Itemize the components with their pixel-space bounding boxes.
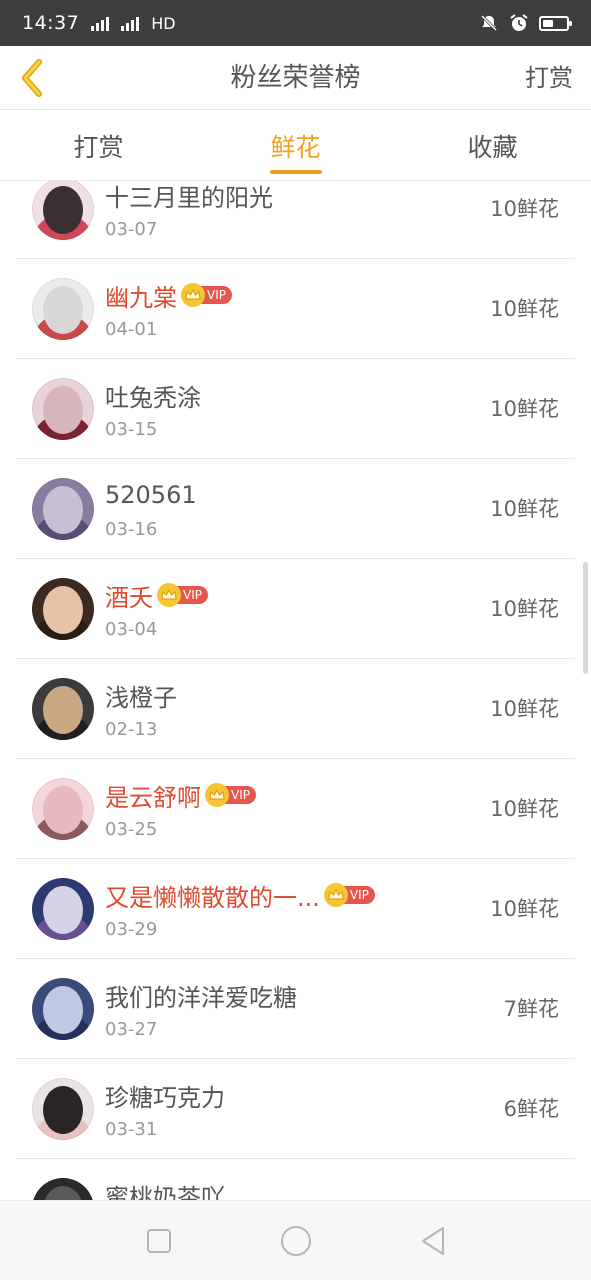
date: 03-31 bbox=[105, 1119, 158, 1140]
alarm-icon bbox=[510, 14, 528, 31]
avatar[interactable] bbox=[32, 278, 94, 340]
user-name[interactable]: 珍糖巧克力 bbox=[105, 1078, 225, 1113]
crown-icon bbox=[157, 583, 181, 607]
user-name[interactable]: 浅橙子 bbox=[105, 678, 177, 713]
status-time: 14:37 bbox=[22, 12, 80, 34]
date: 03-29 bbox=[105, 919, 158, 940]
list-item[interactable]: 珍糖巧克力 03-31 6鲜花 bbox=[16, 1059, 575, 1159]
list-item[interactable]: 浅橙子 02-13 10鲜花 bbox=[16, 659, 575, 759]
crown-icon bbox=[205, 783, 229, 807]
date: 03-07 bbox=[105, 219, 158, 240]
user-name[interactable]: 蜜桃奶茶吖 bbox=[105, 1178, 225, 1201]
date: 03-16 bbox=[105, 519, 158, 540]
reward-button[interactable]: 打赏 bbox=[525, 46, 573, 110]
scrollbar[interactable] bbox=[583, 562, 588, 674]
date: 03-27 bbox=[105, 1019, 158, 1040]
name-line: 十三月里的阳光 bbox=[105, 181, 273, 213]
user-name[interactable]: 520561 bbox=[105, 481, 197, 509]
flower-count: 10鲜花 bbox=[490, 197, 559, 221]
flower-count: 10鲜花 bbox=[490, 797, 559, 821]
avatar[interactable] bbox=[32, 578, 94, 640]
name-line: 520561 bbox=[105, 477, 197, 513]
user-name[interactable]: 酒夭 bbox=[105, 578, 153, 613]
signal-icon bbox=[91, 15, 110, 31]
avatar[interactable] bbox=[32, 1178, 94, 1200]
system-nav-bar bbox=[0, 1200, 591, 1280]
crown-icon bbox=[323, 883, 348, 907]
avatar[interactable] bbox=[32, 778, 94, 840]
user-name[interactable]: 吐兔秃涂 bbox=[105, 378, 201, 413]
name-line: 又是懒懒散散的一... VIP bbox=[105, 877, 375, 913]
avatar[interactable] bbox=[32, 478, 94, 540]
flower-count: 10鲜花 bbox=[490, 497, 559, 521]
tab-favorites[interactable]: 收藏 bbox=[394, 111, 591, 180]
vip-badge: VIP bbox=[157, 583, 208, 607]
recent-apps-button[interactable] bbox=[139, 1221, 179, 1261]
list-item[interactable]: 是云舒啊 VIP 03-25 10鲜花 bbox=[16, 759, 575, 859]
flower-count: 10鲜花 bbox=[490, 597, 559, 621]
user-name[interactable]: 幽九棠 bbox=[105, 278, 177, 313]
list-item[interactable]: 蜜桃奶茶吖 bbox=[16, 1159, 575, 1200]
name-line: 是云舒啊 VIP bbox=[105, 777, 256, 813]
list-item[interactable]: 十三月里的阳光 03-07 10鲜花 bbox=[16, 181, 575, 259]
name-line: 幽九棠 VIP bbox=[105, 277, 232, 313]
list-item[interactable]: 又是懒懒散散的一... VIP 03-29 10鲜花 bbox=[16, 859, 575, 959]
name-line: 珍糖巧克力 bbox=[105, 1077, 225, 1113]
flower-count: 6鲜花 bbox=[503, 1097, 559, 1121]
square-nav-icon bbox=[146, 1228, 171, 1253]
user-name[interactable]: 又是懒懒散散的一... bbox=[105, 878, 320, 913]
circle-nav-icon bbox=[280, 1225, 311, 1256]
date: 02-13 bbox=[105, 719, 158, 740]
list-item[interactable]: 酒夭 VIP 03-04 10鲜花 bbox=[16, 559, 575, 659]
vip-badge: VIP bbox=[323, 883, 375, 907]
avatar[interactable] bbox=[32, 678, 94, 740]
page-title: 粉丝荣誉榜 bbox=[230, 63, 361, 93]
hd-indicator: HD bbox=[151, 13, 176, 33]
flower-count: 10鲜花 bbox=[490, 397, 559, 421]
avatar[interactable] bbox=[32, 378, 94, 440]
name-line: 蜜桃奶茶吖 bbox=[105, 1177, 225, 1201]
user-name[interactable]: 我们的洋洋爱吃糖 bbox=[105, 978, 297, 1013]
user-name[interactable]: 十三月里的阳光 bbox=[105, 181, 273, 213]
list-item[interactable]: 幽九棠 VIP 04-01 10鲜花 bbox=[16, 259, 575, 359]
name-line: 酒夭 VIP bbox=[105, 577, 208, 613]
flower-count: 7鲜花 bbox=[503, 997, 559, 1021]
flower-count: 10鲜花 bbox=[490, 897, 559, 921]
flower-count: 10鲜花 bbox=[490, 697, 559, 721]
date: 03-25 bbox=[105, 819, 158, 840]
name-line: 浅橙子 bbox=[105, 677, 177, 713]
list-item[interactable]: 吐兔秃涂 03-15 10鲜花 bbox=[16, 359, 575, 459]
header: 粉丝荣誉榜 打赏 bbox=[0, 46, 591, 110]
vip-badge: VIP bbox=[205, 783, 256, 807]
name-line: 我们的洋洋爱吃糖 bbox=[105, 977, 297, 1013]
crown-icon bbox=[181, 283, 205, 307]
avatar[interactable] bbox=[32, 878, 94, 940]
signal-icon bbox=[121, 15, 140, 31]
tab-bar: 打赏 鲜花 收藏 bbox=[0, 111, 591, 181]
triangle-back-nav-icon bbox=[421, 1226, 444, 1255]
list-item[interactable]: 我们的洋洋爱吃糖 03-27 7鲜花 bbox=[16, 959, 575, 1059]
date: 04-01 bbox=[105, 319, 158, 340]
battery-icon bbox=[539, 15, 572, 31]
flower-count: 10鲜花 bbox=[490, 297, 559, 321]
home-button[interactable] bbox=[276, 1221, 316, 1261]
mute-icon bbox=[480, 14, 498, 32]
user-name[interactable]: 是云舒啊 bbox=[105, 778, 201, 813]
name-line: 吐兔秃涂 bbox=[105, 377, 201, 413]
back-nav-button[interactable] bbox=[413, 1221, 453, 1261]
tab-flowers[interactable]: 鲜花 bbox=[197, 111, 394, 180]
list-item[interactable]: 520561 03-16 10鲜花 bbox=[16, 459, 575, 559]
avatar[interactable] bbox=[32, 181, 94, 240]
date: 03-15 bbox=[105, 419, 158, 440]
fan-list[interactable]: 十三月里的阳光 03-07 10鲜花 幽九棠 VIP 04-01 10鲜花 吐兔秃涂 03-15… bbox=[0, 181, 591, 1200]
avatar[interactable] bbox=[32, 1078, 94, 1140]
tab-reward[interactable]: 打赏 bbox=[0, 111, 197, 180]
vip-badge: VIP bbox=[181, 283, 232, 307]
date: 03-04 bbox=[105, 619, 158, 640]
avatar[interactable] bbox=[32, 978, 94, 1040]
status-bar: 14:37 HD bbox=[0, 0, 591, 46]
